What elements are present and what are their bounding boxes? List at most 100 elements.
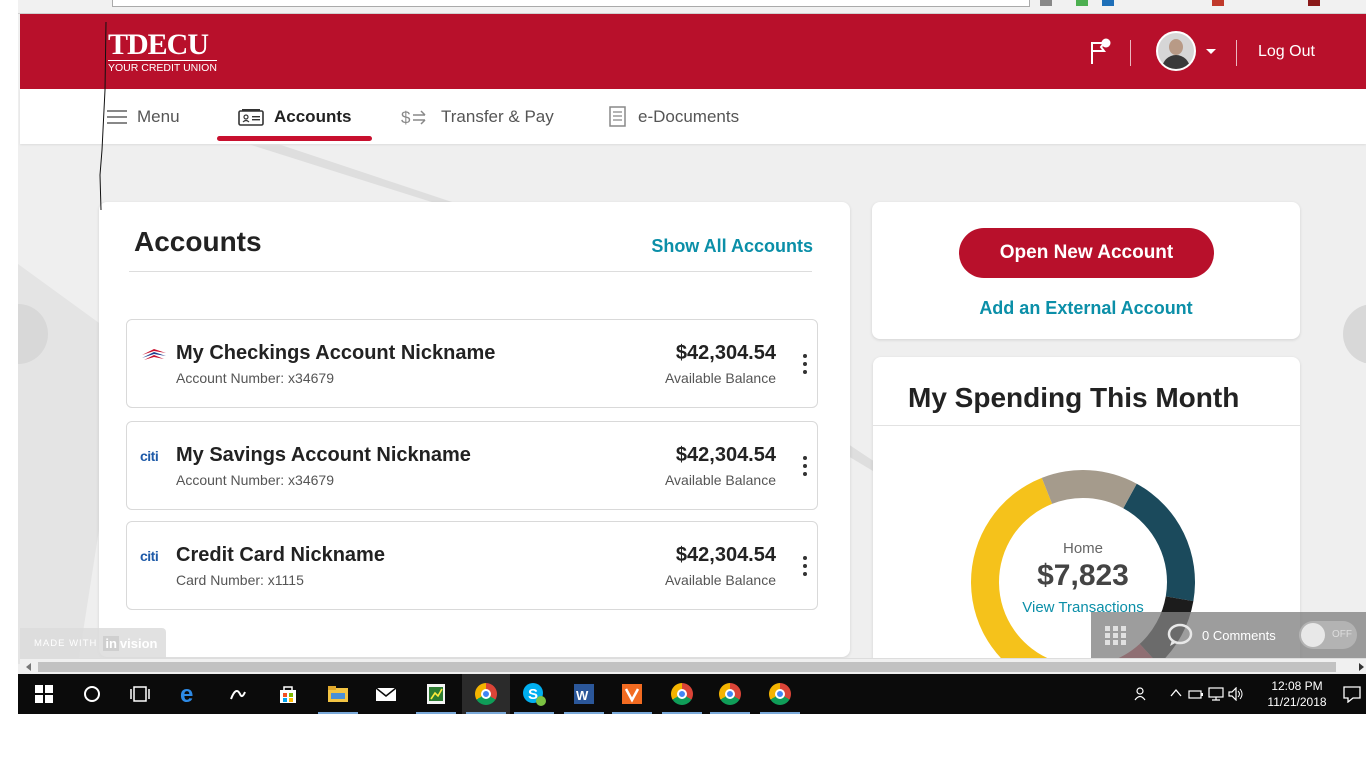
skype-icon[interactable]: S — [510, 674, 558, 714]
account-balance: $42,304.54 — [675, 544, 776, 566]
site-header: TDECU YOUR CREDIT UNION Log Out — [20, 14, 1366, 89]
svg-text:$: $ — [401, 108, 411, 126]
tab-accounts-label: Accounts — [274, 106, 352, 126]
show-all-accounts-link[interactable]: Show All Accounts — [651, 236, 813, 257]
user-avatar[interactable] — [1156, 31, 1196, 71]
chrome-taskbar-icon[interactable] — [756, 674, 804, 714]
url-field[interactable] — [112, 0, 1030, 7]
vectr-app-icon[interactable] — [608, 674, 656, 714]
running-indicator — [564, 712, 604, 714]
tab-transfer-pay[interactable]: $ Transfer & Pay — [401, 89, 554, 144]
header-divider — [1236, 40, 1237, 66]
mail-icon[interactable] — [362, 674, 410, 714]
chrome-taskbar-icon[interactable] — [658, 674, 706, 714]
extension-icon[interactable] — [1102, 0, 1114, 6]
account-name: Credit Card Nickname — [176, 544, 385, 566]
invision-comment-bar: 0 Comments OFF — [1091, 612, 1366, 658]
avatar-body — [1162, 55, 1190, 69]
battery-icon[interactable] — [1188, 687, 1204, 701]
svg-text:W: W — [576, 688, 589, 703]
made-with-label: MADE WITH — [34, 637, 98, 649]
balance-label: Available Balance — [664, 572, 776, 588]
more-options-icon[interactable] — [802, 456, 808, 478]
account-balance: $42,304.54 — [675, 342, 776, 364]
donut-amount: $7,823 — [1037, 559, 1129, 592]
account-number: Account Number: x34679 — [176, 370, 334, 386]
divider — [873, 425, 1300, 426]
scroll-right-icon[interactable] — [1359, 663, 1364, 671]
nav-menu[interactable]: Menu — [107, 89, 180, 144]
notifications-flag-icon[interactable] — [1088, 38, 1112, 66]
add-external-account-link[interactable]: Add an External Account — [872, 298, 1300, 319]
more-options-icon[interactable] — [802, 556, 808, 578]
extension-icon[interactable] — [1076, 0, 1088, 6]
tdecu-logo[interactable]: TDECU YOUR CREDIT UNION — [108, 30, 217, 74]
windows-start-icon[interactable] — [20, 674, 68, 714]
more-options-icon[interactable] — [802, 354, 808, 376]
chrome-taskbar-icon[interactable] — [462, 674, 510, 714]
windows-taskbar: e S W 12:08 PM 11/21/2018 — [18, 674, 1366, 714]
divider — [129, 271, 812, 272]
file-explorer-icon[interactable] — [314, 674, 362, 714]
account-card-icon — [238, 108, 264, 126]
scroll-left-icon[interactable] — [26, 663, 31, 671]
running-indicator — [466, 712, 506, 714]
search-icon[interactable] — [68, 674, 116, 714]
tab-edocuments-label: e-Documents — [638, 106, 740, 126]
document-icon — [608, 105, 628, 128]
system-tray: 12:08 PM 11/21/2018 — [1126, 674, 1366, 714]
account-name: My Checkings Account Nickname — [176, 342, 496, 364]
logout-link[interactable]: Log Out — [1258, 43, 1315, 61]
running-indicator — [612, 712, 652, 714]
tab-edocuments[interactable]: e-Documents — [608, 89, 739, 144]
extension-icon[interactable] — [1212, 0, 1224, 6]
running-indicator — [662, 712, 702, 714]
network-icon[interactable] — [1208, 687, 1224, 701]
accounts-card: Accounts Show All Accounts My Checkings … — [99, 202, 850, 657]
comment-bubble-icon[interactable] — [1167, 623, 1193, 647]
word-icon[interactable]: W — [560, 674, 608, 714]
citi-icon: citi — [140, 448, 159, 464]
transfer-icon: $ — [401, 108, 431, 126]
comments-toggle[interactable]: OFF — [1299, 621, 1357, 649]
notification-center-icon[interactable] — [1342, 685, 1362, 703]
invision-badge[interactable]: MADE WITH in vision — [20, 628, 166, 658]
avatar-face — [1169, 39, 1183, 55]
chevron-up-icon[interactable] — [1170, 688, 1182, 698]
running-indicator — [416, 712, 456, 714]
extension-icon[interactable] — [1308, 0, 1320, 6]
chrome-taskbar-icon[interactable] — [706, 674, 754, 714]
clock[interactable]: 12:08 PM 11/21/2018 — [1264, 678, 1330, 710]
running-indicator — [318, 712, 358, 714]
browser-address-bar[interactable] — [18, 0, 1366, 14]
chevron-down-icon[interactable] — [1206, 49, 1216, 54]
volume-icon[interactable] — [1228, 687, 1244, 701]
spending-heading: My Spending This Month — [908, 382, 1240, 413]
scrollbar-thumb[interactable] — [38, 662, 1336, 672]
logo-tagline: YOUR CREDIT UNION — [108, 60, 217, 74]
nav-menu-label: Menu — [137, 106, 180, 126]
chrome-icon — [719, 683, 741, 705]
donut-segment[interactable] — [1041, 470, 1137, 509]
running-indicator — [710, 712, 750, 714]
horizontal-scrollbar[interactable] — [20, 658, 1366, 674]
edge-browser-icon[interactable]: e — [166, 674, 214, 714]
balance-label: Available Balance — [664, 370, 776, 386]
account-row-savings[interactable]: citi My Savings Account Nickname Account… — [126, 421, 818, 510]
grid-menu-icon[interactable] — [1105, 626, 1127, 646]
svg-text:e: e — [180, 683, 193, 705]
account-name: My Savings Account Nickname — [176, 444, 471, 466]
task-view-icon[interactable] — [116, 674, 164, 714]
spreadsheet-app-icon[interactable] — [412, 674, 460, 714]
chrome-icon — [671, 683, 693, 705]
extension-icon[interactable] — [1040, 0, 1052, 6]
account-row-credit-card[interactable]: citi Credit Card Nickname Card Number: x… — [126, 521, 818, 610]
bank-of-america-icon — [142, 349, 166, 360]
accounts-heading: Accounts — [134, 226, 262, 257]
store-icon[interactable] — [264, 674, 312, 714]
toggle-state-label: OFF — [1332, 629, 1352, 640]
open-new-account-button[interactable]: Open New Account — [959, 228, 1214, 278]
people-icon[interactable] — [1134, 686, 1150, 702]
account-row-checking[interactable]: My Checkings Account Nickname Account Nu… — [126, 319, 818, 408]
media-app-icon[interactable] — [214, 674, 262, 714]
